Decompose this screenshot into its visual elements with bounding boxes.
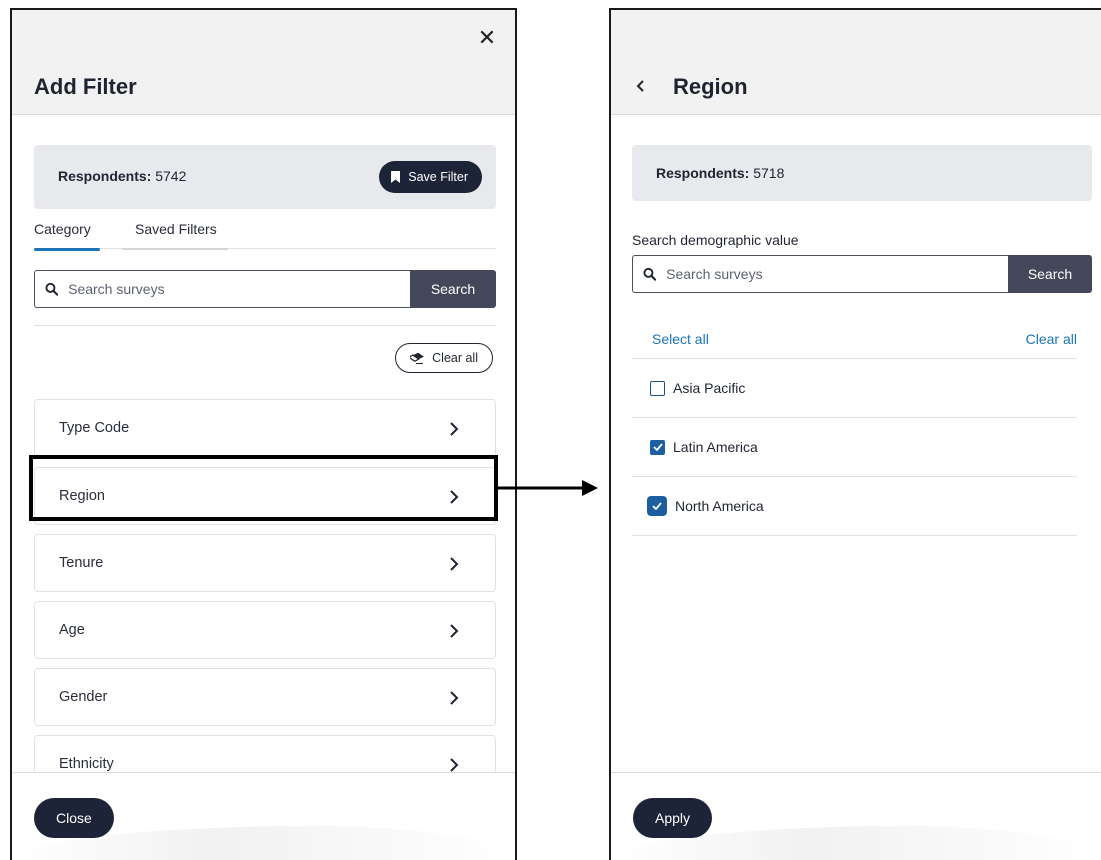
divider	[34, 325, 496, 326]
search-field-wrap	[34, 270, 410, 308]
checkbox[interactable]	[650, 439, 665, 455]
respondents-text: Respondents: 5718	[656, 165, 784, 181]
select-controls: Select all Clear all	[632, 327, 1077, 359]
tab-track	[122, 248, 228, 250]
save-filter-label: Save Filter	[408, 170, 468, 184]
apply-button[interactable]: Apply	[633, 798, 713, 838]
respondents-label: Respondents:	[656, 165, 750, 181]
category-item-ethnicity[interactable]: Ethnicity	[34, 735, 496, 772]
search-field-wrap	[632, 255, 1008, 293]
chevron-left-icon[interactable]	[633, 76, 647, 96]
respondents-count: 5742	[155, 168, 187, 184]
respondents-summary: Respondents: 5742 Save Filter	[34, 145, 496, 209]
tab-category[interactable]: Category	[34, 221, 91, 237]
search-input[interactable]	[68, 281, 410, 297]
search-icon	[45, 282, 59, 296]
search-button[interactable]: Search	[1008, 255, 1092, 293]
region-footer: Apply	[611, 772, 1101, 860]
region-highlight-box	[29, 455, 498, 521]
option-north-america[interactable]: North America	[632, 477, 1077, 536]
check-icon	[652, 502, 662, 510]
checkbox[interactable]	[650, 380, 665, 396]
respondents-label: Respondents:	[58, 168, 152, 184]
add-filter-footer: Close	[12, 772, 515, 860]
select-all-link[interactable]: Select all	[652, 331, 709, 347]
active-tab-indicator	[34, 248, 100, 251]
save-filter-button[interactable]: Save Filter	[379, 161, 482, 193]
chevron-right-icon	[450, 557, 459, 571]
chevron-right-icon	[450, 691, 459, 705]
option-label: Asia Pacific	[673, 380, 746, 396]
respondents-summary: Respondents: 5718	[632, 145, 1092, 201]
category-item-type-code[interactable]: Type Code	[34, 399, 496, 457]
respondents-text: Respondents: 5742	[58, 168, 186, 184]
category-item-gender[interactable]: Gender	[34, 668, 496, 726]
option-latin-america[interactable]: Latin America	[632, 418, 1077, 477]
option-label: North America	[675, 498, 764, 514]
respondents-count: 5718	[753, 165, 785, 181]
clear-all-link[interactable]: Clear all	[1026, 331, 1077, 347]
region-body: Respondents: 5718 Search demographic val…	[611, 115, 1101, 772]
region-header: Region	[611, 10, 1101, 115]
add-filter-body: Respondents: 5742 Save Filter Category S…	[12, 115, 515, 772]
search-icon	[643, 267, 657, 281]
chevron-right-icon	[450, 758, 459, 772]
close-button[interactable]: Close	[34, 798, 114, 838]
clear-all-button[interactable]: Clear all	[395, 343, 493, 373]
category-item-tenure[interactable]: Tenure	[34, 534, 496, 592]
category-label: Ethnicity	[59, 756, 114, 772]
chevron-right-icon	[450, 624, 459, 638]
category-search: Search	[34, 270, 496, 308]
category-item-age[interactable]: Age	[34, 601, 496, 659]
search-demographic-label: Search demographic value	[632, 232, 799, 248]
close-icon[interactable]: ✕	[477, 27, 497, 49]
tab-saved-filters[interactable]: Saved Filters	[135, 221, 217, 237]
page-title: Region	[673, 74, 748, 99]
region-panel: Region Respondents: 5718 Search demograp…	[609, 8, 1101, 860]
category-label: Type Code	[59, 420, 130, 436]
category-label: Gender	[59, 689, 108, 705]
check-icon	[652, 443, 663, 451]
page-title: Add Filter	[34, 74, 137, 99]
checkbox[interactable]	[647, 496, 667, 516]
demographic-search: Search	[632, 255, 1092, 293]
add-filter-panel: ✕ Add Filter Respondents: 5742 Save Filt…	[10, 8, 517, 860]
search-button[interactable]: Search	[410, 270, 496, 308]
chevron-right-icon	[450, 422, 459, 436]
bookmark-icon	[391, 171, 401, 183]
search-input[interactable]	[666, 266, 1008, 282]
clear-all-label: Clear all	[432, 351, 478, 365]
eraser-icon	[410, 352, 425, 364]
category-label: Tenure	[59, 555, 104, 571]
option-label: Latin America	[673, 439, 758, 455]
filter-tabs: Category Saved Filters	[34, 219, 496, 251]
add-filter-header: ✕ Add Filter	[12, 10, 515, 115]
option-asia-pacific[interactable]: Asia Pacific	[632, 359, 1077, 418]
category-label: Age	[59, 622, 85, 638]
arrow-right-icon	[498, 480, 598, 496]
